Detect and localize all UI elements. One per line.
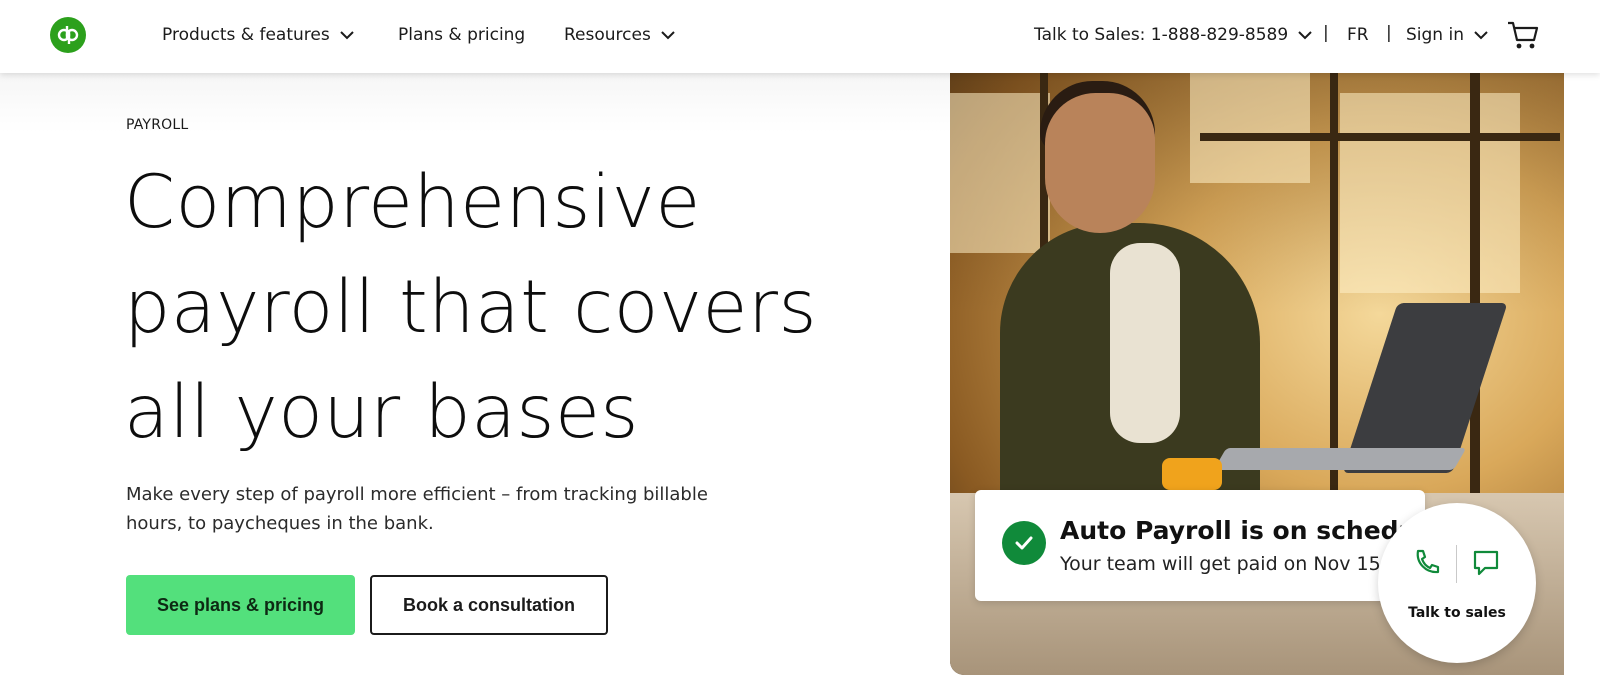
- see-plans-pricing-button[interactable]: See plans & pricing: [126, 575, 355, 635]
- chat-bubble-icon[interactable]: [1471, 548, 1501, 578]
- shopping-cart-icon[interactable]: [1506, 18, 1540, 52]
- nav-products-features[interactable]: Products & features: [162, 23, 356, 47]
- talk-to-sales-menu[interactable]: Talk to Sales: 1-888-829-8589: [1034, 23, 1314, 47]
- chevron-down-icon: [1474, 31, 1488, 40]
- person-shirt: [1110, 243, 1180, 443]
- nav-plans-label: Plans & pricing: [398, 25, 526, 45]
- notification-title: Auto Payroll is on schedule: [1060, 516, 1442, 545]
- phone-icon[interactable]: [1412, 547, 1442, 577]
- language-toggle[interactable]: FR: [1347, 23, 1369, 47]
- window-frame: [1470, 73, 1480, 493]
- checkmark-icon: [1002, 521, 1046, 565]
- quickbooks-logo[interactable]: [50, 17, 86, 53]
- tape-measure: [1162, 458, 1222, 490]
- book-consultation-button[interactable]: Book a consultation: [370, 575, 608, 635]
- nav-resources-label: Resources: [564, 25, 651, 45]
- chevron-down-icon: [661, 31, 675, 40]
- nav-resources[interactable]: Resources: [564, 23, 677, 47]
- top-navigation-bar: Products & features Plans & pricing Reso…: [0, 0, 1600, 73]
- notification-subtitle: Your team will get paid on Nov 15.: [1060, 553, 1387, 575]
- hero-headline: Comprehensive payroll that covers all yo…: [124, 160, 818, 455]
- auto-payroll-notification: Auto Payroll is on schedule Your team wi…: [975, 490, 1442, 601]
- nav-divider: |: [1323, 23, 1329, 43]
- window-pane: [1340, 93, 1520, 293]
- talk-to-sales-label: Talk to sales: [1408, 605, 1506, 621]
- widget-divider: [1456, 545, 1457, 583]
- nav-divider: |: [1386, 23, 1392, 43]
- hero-subtext: Make every step of payroll more efficien…: [126, 484, 708, 534]
- window-pane: [1190, 73, 1310, 183]
- qb-logo-icon: [57, 26, 79, 44]
- window-frame: [1330, 73, 1338, 493]
- sign-in-label: Sign in: [1406, 25, 1464, 45]
- talk-to-sales-phone: Talk to Sales: 1-888-829-8589: [1034, 25, 1289, 45]
- chevron-down-icon: [339, 31, 354, 40]
- talk-to-sales-widget[interactable]: Talk to sales: [1378, 503, 1536, 663]
- language-label: FR: [1347, 25, 1369, 45]
- nav-products-label: Products & features: [162, 25, 330, 45]
- sign-in-menu[interactable]: Sign in: [1406, 23, 1490, 47]
- nav-plans-pricing[interactable]: Plans & pricing: [398, 23, 525, 47]
- window-pane: [950, 93, 1050, 253]
- chevron-down-icon: [1298, 31, 1312, 40]
- laptop-keyboard: [1213, 448, 1467, 470]
- person-head: [1045, 93, 1155, 233]
- window-frame: [1200, 133, 1560, 141]
- hero-eyebrow: PAYROLL: [126, 117, 189, 133]
